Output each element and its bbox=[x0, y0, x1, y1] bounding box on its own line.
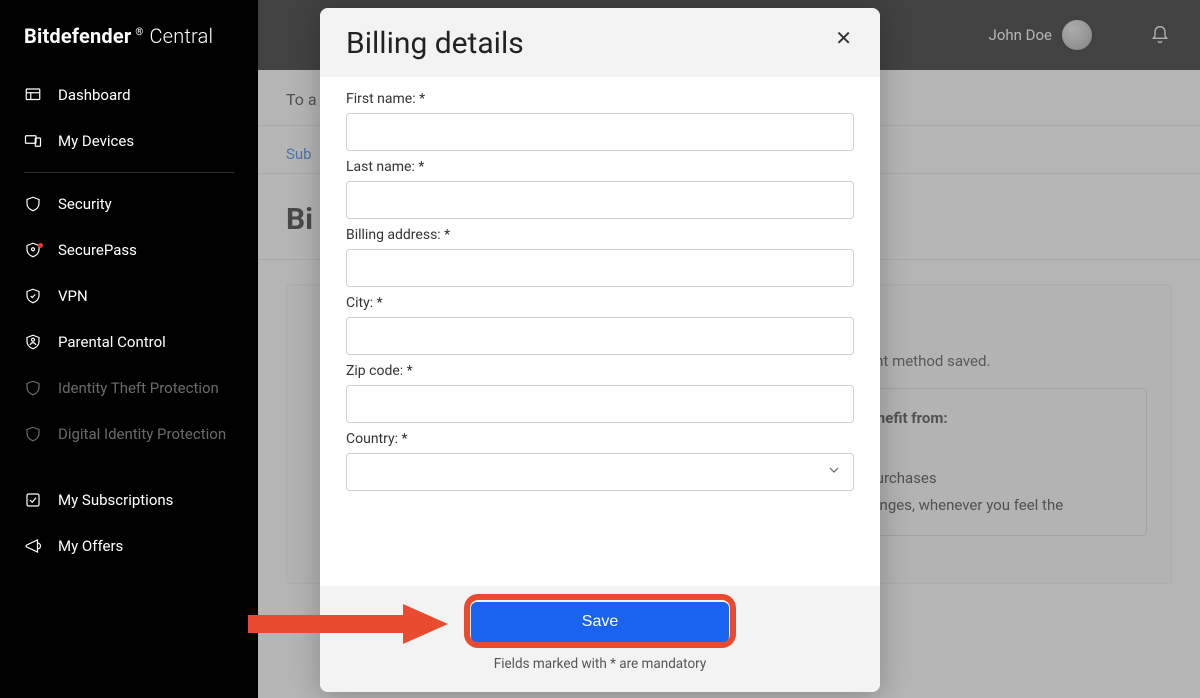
sidebar-item-parental-control[interactable]: Parental Control bbox=[0, 319, 258, 365]
vpn-icon bbox=[24, 287, 42, 305]
sidebar-item-label: VPN bbox=[58, 287, 88, 305]
parental-icon bbox=[24, 333, 42, 351]
mandatory-note: Fields marked with * are mandatory bbox=[346, 656, 854, 672]
billing-address-label: Billing address: * bbox=[346, 227, 854, 243]
city-input[interactable] bbox=[346, 317, 854, 355]
identity-theft-icon bbox=[24, 379, 42, 397]
country-select[interactable] bbox=[346, 453, 854, 491]
first-name-input[interactable] bbox=[346, 113, 854, 151]
sidebar-item-label: My Devices bbox=[58, 132, 134, 150]
notification-dot bbox=[38, 243, 43, 248]
registered-mark: ® bbox=[135, 27, 143, 38]
sidebar-item-label: My Subscriptions bbox=[58, 491, 173, 509]
sidebar-item-label: Identity Theft Protection bbox=[58, 379, 219, 397]
subscriptions-icon bbox=[24, 491, 42, 509]
sidebar-item-security[interactable]: Security bbox=[0, 181, 258, 227]
sidebar-item-securepass[interactable]: SecurePass bbox=[0, 227, 258, 273]
country-label: Country: * bbox=[346, 431, 854, 447]
sidebar-item-label: Dashboard bbox=[58, 86, 131, 104]
sidebar-item-my-offers[interactable]: My Offers bbox=[0, 523, 258, 569]
sidebar-item-digital-identity[interactable]: Digital Identity Protection bbox=[0, 411, 258, 457]
sidebar: Bitdefender ® Central Dashboard My Device… bbox=[0, 0, 258, 698]
sidebar-item-my-devices[interactable]: My Devices bbox=[0, 118, 258, 164]
devices-icon bbox=[24, 132, 42, 150]
brand-strong: Bitdefender bbox=[24, 24, 131, 48]
dashboard-icon bbox=[24, 86, 42, 104]
first-name-label: First name: * bbox=[346, 91, 854, 107]
billing-details-modal: Billing details ✕ First name: * Last nam… bbox=[320, 8, 880, 692]
securepass-icon bbox=[24, 241, 42, 259]
modal-footer: Save Fields marked with * are mandatory bbox=[320, 586, 880, 692]
last-name-input[interactable] bbox=[346, 181, 854, 219]
last-name-label: Last name: * bbox=[346, 159, 854, 175]
shield-icon bbox=[24, 195, 42, 213]
modal-body: First name: * Last name: * Billing addre… bbox=[320, 77, 880, 586]
sidebar-item-label: My Offers bbox=[58, 537, 123, 555]
sidebar-item-label: Parental Control bbox=[58, 333, 166, 351]
nav-separator bbox=[24, 172, 234, 173]
city-label: City: * bbox=[346, 295, 854, 311]
sidebar-item-label: Digital Identity Protection bbox=[58, 425, 226, 443]
sidebar-item-label: Security bbox=[58, 195, 112, 213]
modal-header: Billing details ✕ bbox=[320, 8, 880, 77]
modal-title: Billing details bbox=[346, 26, 524, 61]
zip-input[interactable] bbox=[346, 385, 854, 423]
sidebar-item-label: SecurePass bbox=[58, 241, 137, 259]
digital-identity-icon bbox=[24, 425, 42, 443]
sidebar-item-my-subscriptions[interactable]: My Subscriptions bbox=[0, 477, 258, 523]
brand-logo: Bitdefender ® Central bbox=[0, 0, 258, 60]
offers-icon bbox=[24, 537, 42, 555]
primary-nav: Dashboard My Devices Security bbox=[0, 60, 258, 581]
brand-light: Central bbox=[149, 24, 213, 48]
save-button[interactable]: Save bbox=[471, 602, 729, 642]
zip-label: Zip code: * bbox=[346, 363, 854, 379]
sidebar-item-dashboard[interactable]: Dashboard bbox=[0, 72, 258, 118]
sidebar-item-vpn[interactable]: VPN bbox=[0, 273, 258, 319]
billing-address-input[interactable] bbox=[346, 249, 854, 287]
sidebar-item-identity-theft[interactable]: Identity Theft Protection bbox=[0, 365, 258, 411]
close-icon[interactable]: ✕ bbox=[833, 26, 854, 50]
